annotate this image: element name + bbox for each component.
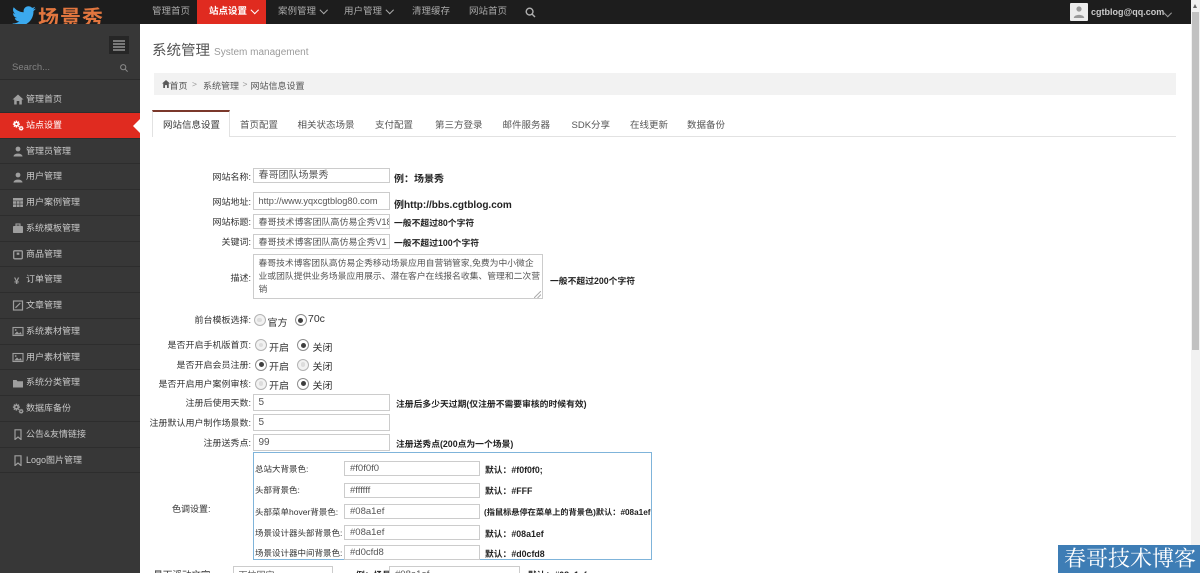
svg-text:¥: ¥: [14, 276, 20, 286]
